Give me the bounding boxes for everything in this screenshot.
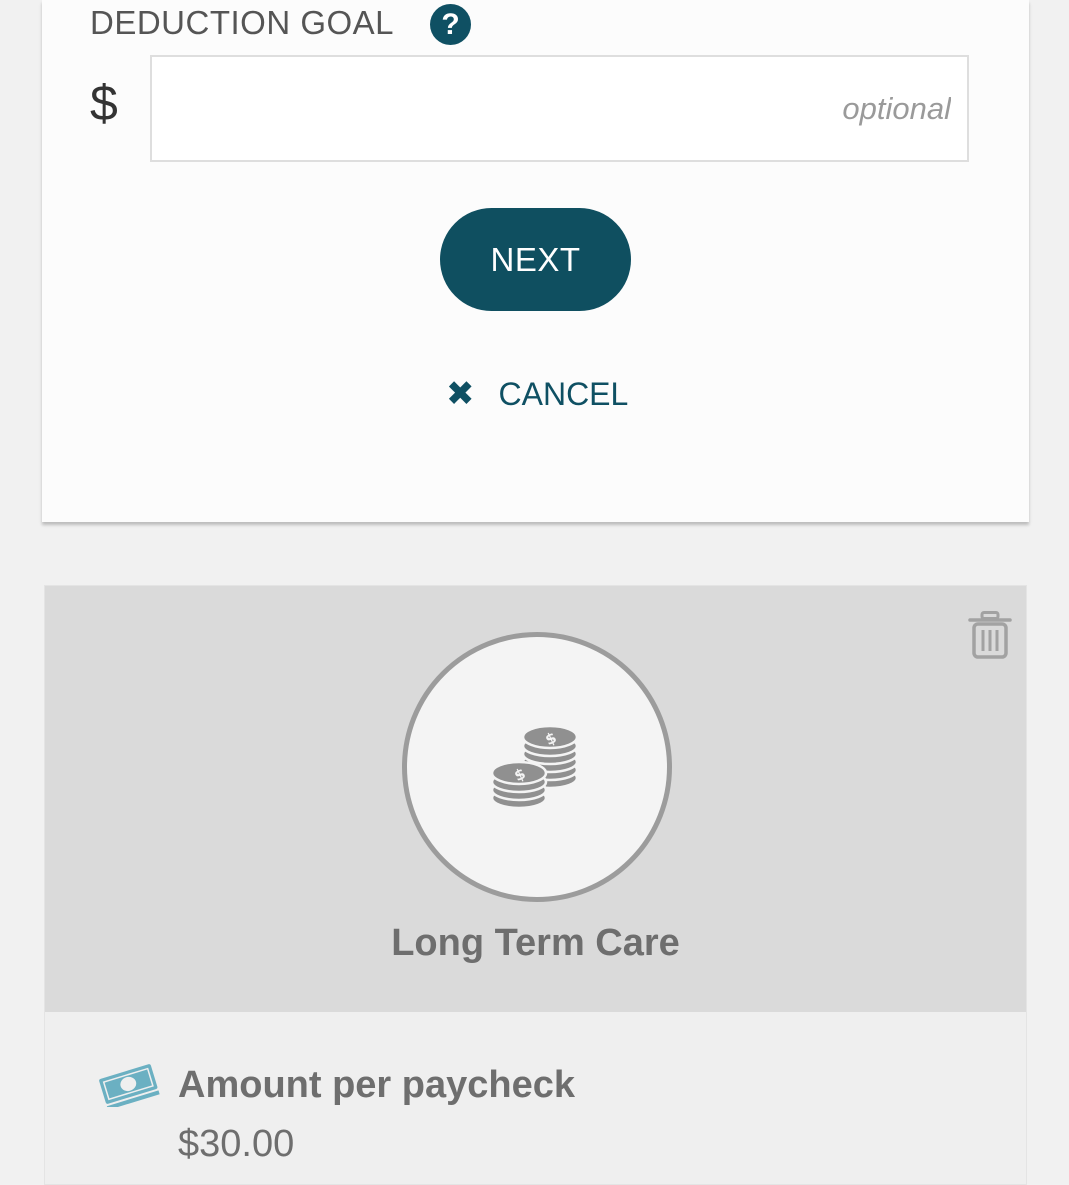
currency-symbol: $ (90, 75, 118, 131)
money-bill-icon (99, 1064, 160, 1107)
close-icon: ✖ (446, 375, 475, 413)
cancel-label: CANCEL (498, 375, 629, 412)
deduction-form-card: DEDUCTION GOAL ? $ NEXT ✖ CANCEL (42, 0, 1029, 522)
deduction-goal-label: DEDUCTION GOAL (90, 4, 395, 41)
amount-per-paycheck-label: Amount per paycheck (178, 1064, 575, 1106)
deduction-card: $ $ Long Term Care Amount per paycheck $… (44, 585, 1027, 1185)
trash-icon[interactable] (968, 611, 1012, 659)
amount-per-paycheck-value: $30.00 (178, 1123, 295, 1165)
help-icon[interactable]: ? (430, 4, 471, 45)
next-button[interactable]: NEXT (440, 208, 631, 311)
deduction-title: Long Term Care (391, 922, 680, 964)
deduction-icon-circle: $ $ (402, 632, 672, 902)
cancel-button[interactable]: ✖ CANCEL (446, 372, 628, 416)
deduction-card-header: $ $ Long Term Care (45, 586, 1026, 1012)
deduction-goal-input[interactable] (150, 55, 969, 162)
coins-stack-icon: $ $ (490, 724, 579, 810)
